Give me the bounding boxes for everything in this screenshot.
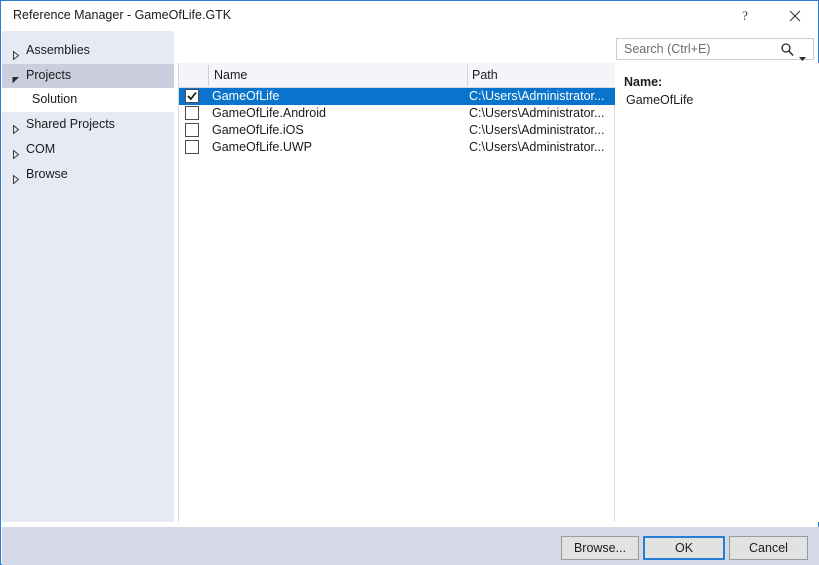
search-input[interactable]: Search (Ctrl+E) [616, 38, 814, 61]
sidebar-item-label: Browse [26, 167, 68, 181]
check-icon [187, 91, 197, 101]
window-title: Reference Manager - GameOfLife.GTK [13, 8, 232, 22]
chevron-right-icon [12, 146, 20, 160]
row-checkbox[interactable] [185, 140, 199, 154]
sidebar-item-com[interactable]: COM [2, 138, 174, 162]
table-row[interactable]: GameOfLife.iOS C:\Users\Administrator... [179, 122, 616, 139]
sidebar-item-assemblies[interactable]: Assemblies [2, 39, 174, 63]
cancel-button[interactable]: Cancel [729, 536, 808, 560]
reference-manager-dialog: Reference Manager - GameOfLife.GTK ? Ass… [0, 0, 819, 565]
sidebar-item-label: Projects [26, 68, 72, 82]
search-placeholder: Search (Ctrl+E) [624, 42, 711, 56]
help-button[interactable]: ? [722, 1, 767, 30]
row-checkbox[interactable] [185, 106, 199, 120]
column-separator[interactable] [208, 65, 209, 86]
chevron-right-icon [12, 171, 20, 185]
row-path: C:\Users\Administrator... [469, 123, 605, 137]
close-icon [772, 10, 817, 22]
row-checkbox[interactable] [185, 89, 199, 103]
chevron-right-icon [12, 47, 20, 61]
table-row[interactable]: GameOfLife.UWP C:\Users\Administrator... [179, 139, 616, 156]
row-path: C:\Users\Administrator... [469, 140, 605, 154]
chevron-down-icon [12, 72, 20, 84]
list-body: GameOfLife C:\Users\Administrator... Gam… [179, 88, 616, 521]
magnifier-icon[interactable] [780, 42, 794, 56]
close-button[interactable] [772, 1, 817, 30]
column-header-name[interactable]: Name [214, 68, 247, 82]
table-row[interactable]: GameOfLife C:\Users\Administrator... [179, 88, 616, 105]
sidebar-item-solution[interactable]: Solution [2, 88, 174, 112]
sidebar-item-label: COM [26, 142, 56, 156]
sidebar-item-shared-projects[interactable]: Shared Projects [2, 113, 174, 137]
sidebar-item-projects[interactable]: Projects [2, 64, 174, 88]
table-row[interactable]: GameOfLife.Android C:\Users\Administrato… [179, 105, 616, 122]
row-checkbox[interactable] [185, 123, 199, 137]
sidebar-tree: Assemblies Projects Solution Shared Proj… [2, 31, 174, 522]
chevron-right-icon [12, 121, 20, 135]
column-separator[interactable] [467, 65, 468, 86]
list-header: Name Path [179, 63, 616, 88]
sidebar-item-label: Shared Projects [26, 117, 115, 131]
details-panel: Name: GameOfLife [615, 63, 819, 522]
svg-text:?: ? [742, 9, 748, 23]
row-name: GameOfLife.Android [212, 106, 326, 120]
sidebar-item-label: Solution [32, 92, 78, 106]
row-name: GameOfLife.UWP [212, 140, 313, 154]
projects-list: Name Path GameOfLife C:\Users\Administra… [178, 63, 616, 522]
detail-name-label: Name: [624, 75, 663, 89]
sidebar-item-browse[interactable]: Browse [2, 163, 174, 187]
chevron-down-icon[interactable] [799, 48, 806, 61]
browse-button[interactable]: Browse... [561, 536, 639, 560]
row-path: C:\Users\Administrator... [469, 89, 605, 103]
row-path: C:\Users\Administrator... [469, 106, 605, 120]
row-name: GameOfLife [212, 89, 280, 103]
column-header-path[interactable]: Path [472, 68, 498, 82]
detail-name-value: GameOfLife [626, 93, 694, 107]
sidebar-item-label: Assemblies [26, 43, 90, 57]
ok-button[interactable]: OK [643, 536, 725, 560]
dialog-footer: Browse... OK Cancel [2, 527, 819, 565]
question-mark-icon: ? [722, 9, 767, 23]
row-name: GameOfLife.iOS [212, 123, 304, 137]
title-bar: Reference Manager - GameOfLife.GTK ? [1, 1, 818, 31]
